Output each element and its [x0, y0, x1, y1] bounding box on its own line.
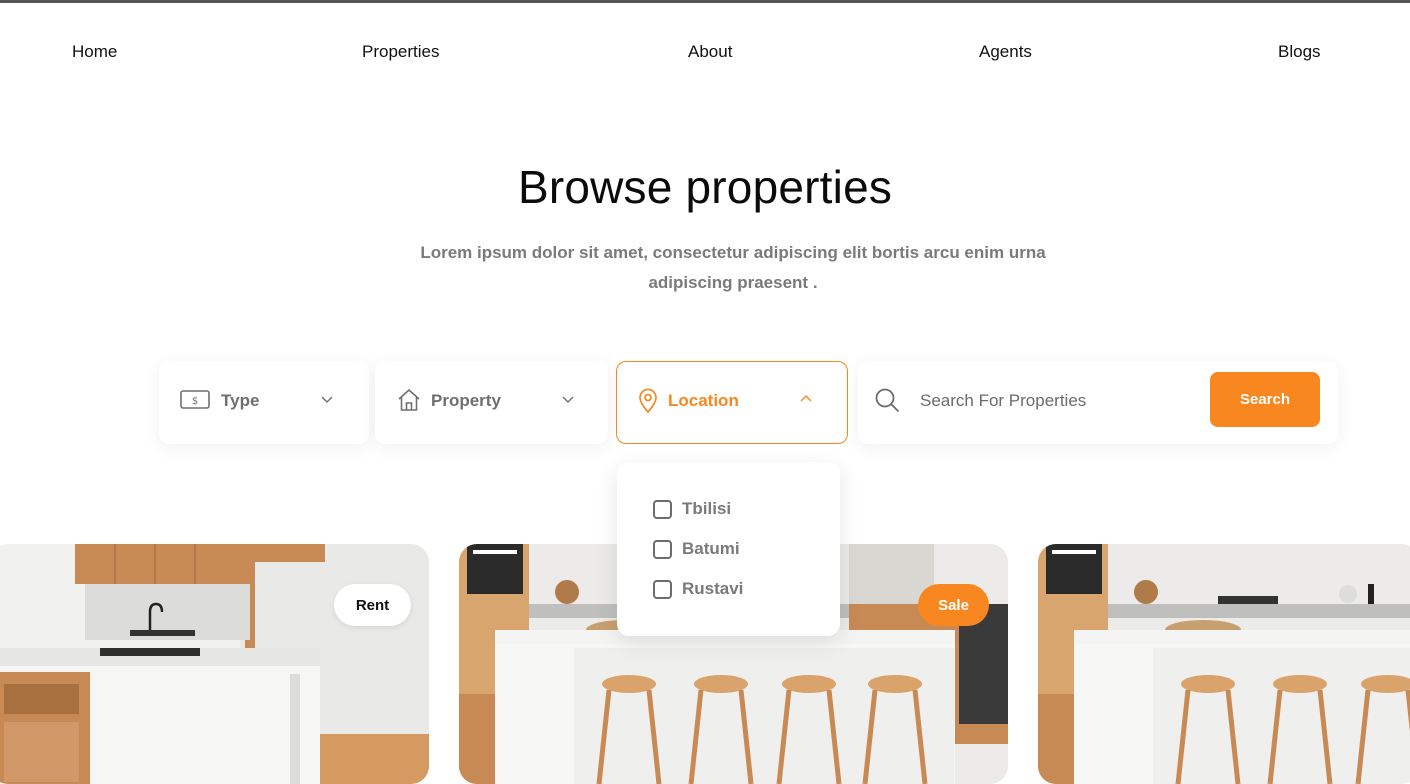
status-badge: Rent	[334, 584, 411, 626]
nav-properties[interactable]: Properties	[362, 42, 439, 62]
search-icon	[874, 387, 900, 413]
chevron-down-icon	[320, 393, 334, 407]
search-box: Search For Properties Search	[858, 361, 1338, 444]
property-card[interactable]	[1038, 544, 1410, 784]
property-image	[1038, 544, 1410, 784]
location-filter-label: Location	[668, 391, 739, 410]
location-dropdown: Tbilisi Batumi Rustavi	[617, 462, 840, 636]
checkbox[interactable]	[653, 499, 672, 519]
nav-home[interactable]: Home	[72, 42, 117, 62]
page-title: Browse properties	[517, 161, 893, 213]
location-option-rustavi[interactable]: Rustavi	[653, 579, 743, 599]
property-filter-label: Property	[431, 391, 501, 410]
main-nav: Home Properties About Agents Blogs	[0, 0, 1410, 104]
location-option-batumi[interactable]: Batumi	[653, 539, 740, 559]
property-card[interactable]	[0, 544, 429, 784]
search-input[interactable]: Search For Properties	[920, 391, 1086, 411]
location-option-label: Rustavi	[682, 579, 744, 598]
nav-agents[interactable]: Agents	[979, 42, 1032, 62]
location-pin-icon	[637, 388, 659, 414]
dollar-bill-icon: $	[180, 389, 210, 411]
checkbox[interactable]	[653, 539, 672, 559]
type-filter[interactable]: $ Type	[159, 361, 369, 444]
house-icon	[396, 387, 422, 413]
page-subtitle: Lorem ipsum dolor sit amet, consectetur …	[420, 243, 1046, 292]
chevron-down-icon	[561, 393, 575, 407]
location-option-tbilisi[interactable]: Tbilisi	[653, 499, 731, 519]
location-filter[interactable]: Location	[616, 361, 848, 444]
checkbox[interactable]	[653, 579, 672, 599]
property-image	[0, 544, 429, 784]
nav-about[interactable]: About	[688, 42, 732, 62]
search-button[interactable]: Search	[1210, 372, 1320, 427]
location-option-label: Tbilisi	[682, 499, 732, 518]
type-filter-label: Type	[221, 391, 260, 410]
chevron-up-icon	[799, 391, 813, 405]
svg-text:$: $	[192, 396, 198, 407]
property-filter[interactable]: Property	[375, 361, 608, 444]
status-badge: Sale	[918, 584, 989, 626]
nav-blogs[interactable]: Blogs	[1278, 42, 1321, 62]
location-option-label: Batumi	[682, 539, 740, 558]
